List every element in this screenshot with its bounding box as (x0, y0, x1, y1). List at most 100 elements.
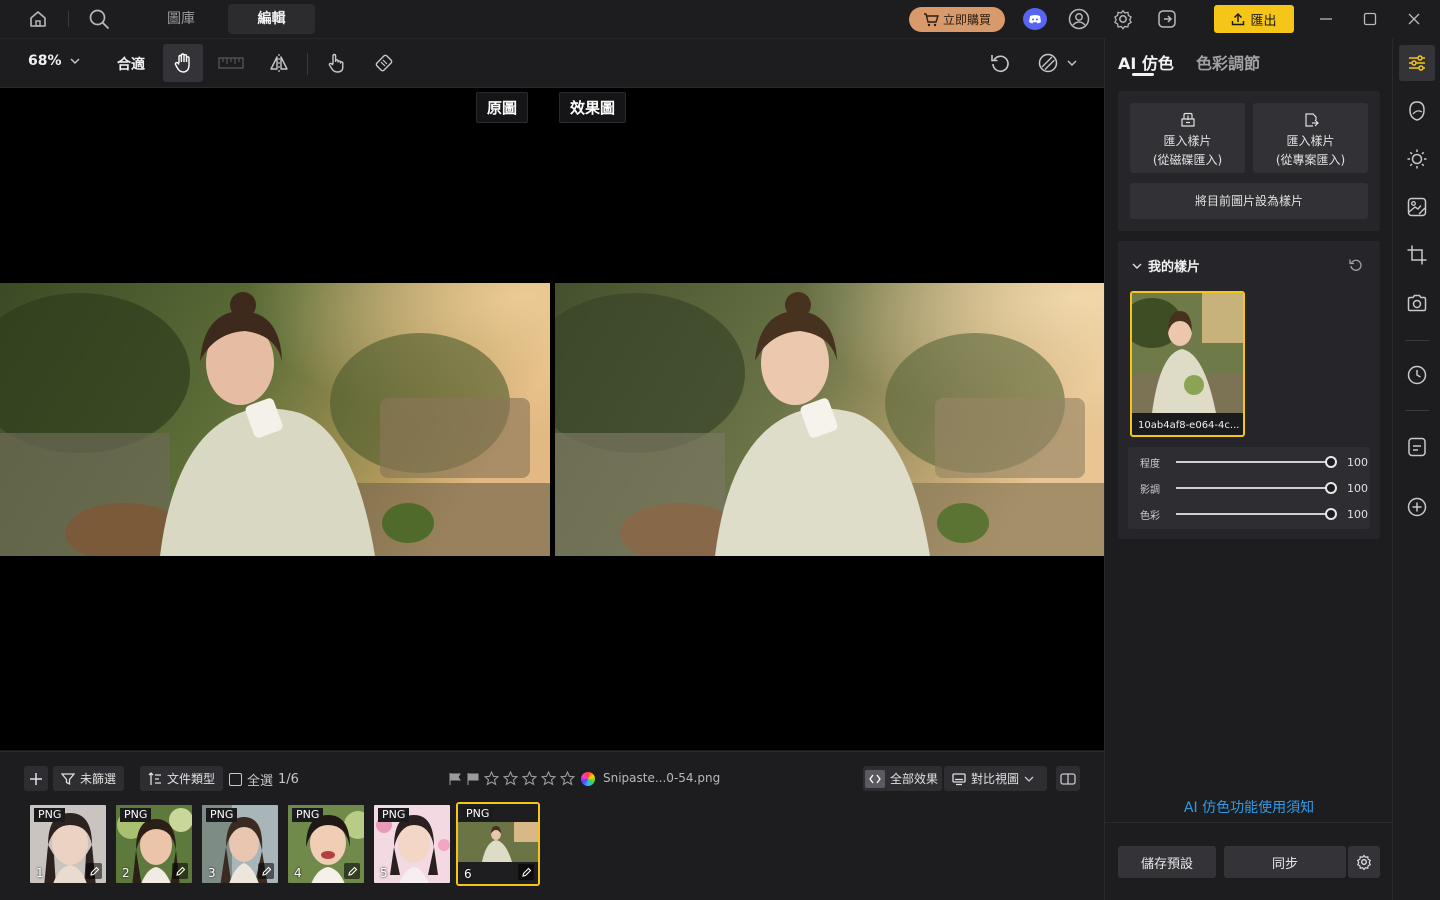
search-icon[interactable] (87, 7, 111, 31)
notes-icon[interactable] (1399, 429, 1435, 465)
color-label-icon[interactable] (581, 771, 595, 786)
thumbnail-number: 5 (380, 866, 388, 880)
divider (1105, 822, 1393, 823)
history-clock-icon[interactable] (1399, 357, 1435, 393)
pencil-icon[interactable] (86, 863, 102, 879)
sample-sliders: 程度 100 影調 100 色彩 100 (1128, 447, 1370, 529)
slider-knob[interactable] (1325, 482, 1337, 494)
color-value: 100 (1347, 507, 1368, 521)
thumbnail-number: 2 (122, 866, 130, 880)
thumbnail-2[interactable]: PNG 2 (114, 803, 194, 885)
help-link[interactable]: AI 仿色功能使用須知 (1105, 797, 1393, 817)
my-samples-header[interactable]: 我的樣片 (1132, 256, 1200, 275)
upload-icon (1232, 12, 1245, 26)
tab-ai-color-match[interactable]: AI 仿色 (1118, 50, 1174, 74)
slider-track[interactable] (1176, 482, 1337, 494)
tab-edit[interactable]: 編輯 (228, 4, 315, 34)
close-icon[interactable] (1402, 7, 1426, 31)
home-icon[interactable] (26, 7, 50, 31)
thumbnail-4[interactable]: PNG 4 (286, 803, 366, 885)
tab-color-adjust[interactable]: 色彩調節 (1196, 50, 1260, 74)
file-type-badge: PNG (292, 808, 324, 822)
face-retouch-icon[interactable] (1399, 93, 1435, 129)
star-icon[interactable] (484, 771, 499, 786)
star-icon[interactable] (503, 771, 518, 786)
cart-icon (923, 12, 939, 26)
chevron-down-icon (1132, 263, 1142, 269)
account-icon[interactable] (1067, 7, 1091, 31)
add-button[interactable] (24, 766, 48, 791)
star-icon[interactable] (522, 771, 537, 786)
thumbnail-1[interactable]: PNG 1 (28, 803, 108, 885)
pencil-icon[interactable] (258, 863, 274, 879)
split-view-icon (1060, 772, 1076, 785)
crop-icon[interactable] (1399, 237, 1435, 273)
save-preset-button[interactable]: 儲存預設 (1118, 846, 1216, 878)
refresh-icon[interactable] (1348, 257, 1364, 273)
pencil-icon[interactable] (518, 864, 534, 880)
slider-knob[interactable] (1325, 456, 1337, 468)
color-slider[interactable]: 色彩 100 (1140, 504, 1370, 524)
import-from-disk-button[interactable]: 匯入樣片 (從磁碟匯入) (1130, 103, 1245, 173)
export-button[interactable]: 匯出 (1214, 5, 1294, 33)
file-type-badge: PNG (378, 808, 410, 822)
effect-image[interactable] (555, 283, 1104, 556)
compare-view-dropdown[interactable]: 對比視圖 (944, 766, 1047, 791)
slider-track[interactable] (1176, 508, 1337, 520)
tone-label: 影調 (1140, 484, 1160, 496)
brightness-icon[interactable] (1399, 141, 1435, 177)
image-edit-icon[interactable] (1399, 189, 1435, 225)
touch-icon[interactable] (317, 44, 355, 82)
reject-flag-icon[interactable] (466, 772, 480, 786)
star-icon[interactable] (560, 771, 575, 786)
sign-out-icon[interactable] (1155, 7, 1179, 31)
original-image[interactable] (0, 283, 550, 556)
settings-gear-icon[interactable] (1111, 7, 1135, 31)
import-from-project-button[interactable]: 匯入樣片 (從專案匯入) (1253, 103, 1368, 173)
rating-controls (448, 771, 595, 786)
set-current-as-sample-button[interactable]: 將目前圖片設為樣片 (1130, 183, 1368, 219)
buy-now-button[interactable]: 立即購買 (909, 7, 1005, 32)
add-circle-icon[interactable] (1399, 489, 1435, 525)
sample-thumbnail[interactable]: 10ab4af8-e064-4c... (1130, 291, 1245, 437)
sync-button[interactable]: 同步 (1224, 846, 1346, 878)
star-icon[interactable] (541, 771, 556, 786)
adjust-sliders-icon[interactable] (1399, 45, 1435, 81)
image-canvas[interactable]: 原圖 效果圖 (0, 88, 1104, 750)
slider-knob[interactable] (1325, 508, 1337, 520)
all-effects-button[interactable]: 全部效果 (863, 766, 943, 791)
select-all-checkbox[interactable]: 全選 1/6 (229, 770, 299, 789)
thumbnail-5[interactable]: PNG 5 (372, 803, 452, 885)
thumbnail-6[interactable]: PNG 6 (456, 802, 540, 886)
hand-icon[interactable] (163, 44, 203, 82)
title-bar: 圖庫 編輯 立即購買 匯出 (0, 0, 1440, 38)
import-disk-line2: (從磁碟匯入) (1152, 153, 1223, 167)
filter-button[interactable]: 未篩選 (53, 766, 125, 791)
overlap-icon (1038, 53, 1058, 73)
strength-slider[interactable]: 程度 100 (1140, 452, 1370, 472)
compare-mode-dropdown[interactable] (1028, 44, 1086, 82)
sort-filetype-button[interactable]: 文件類型 (140, 766, 224, 791)
minimize-icon[interactable] (1314, 7, 1338, 31)
pencil-icon[interactable] (172, 863, 188, 879)
eraser-icon[interactable] (365, 44, 403, 82)
chevron-down-icon (1024, 776, 1034, 782)
discord-icon[interactable] (1023, 8, 1047, 30)
zoom-dropdown[interactable]: 68% (28, 53, 80, 69)
maximize-icon[interactable] (1358, 7, 1382, 31)
pencil-icon[interactable] (344, 863, 360, 879)
fit-button[interactable]: 合適 (117, 54, 145, 74)
import-project-line2: (從專案匯入) (1275, 153, 1346, 167)
thumbnail-3[interactable]: PNG 3 (200, 803, 280, 885)
reset-icon[interactable] (981, 44, 1019, 82)
sync-settings-button[interactable] (1348, 846, 1380, 878)
camera-icon[interactable] (1399, 285, 1435, 321)
tone-slider[interactable]: 影調 100 (1140, 478, 1370, 498)
flip-icon[interactable] (260, 44, 298, 82)
code-brackets-icon (865, 769, 885, 788)
flag-icon[interactable] (448, 772, 462, 786)
project-import-icon (1304, 113, 1319, 127)
tab-gallery[interactable]: 圖庫 (153, 4, 209, 34)
split-view-button[interactable] (1056, 766, 1080, 791)
slider-track[interactable] (1176, 456, 1337, 468)
